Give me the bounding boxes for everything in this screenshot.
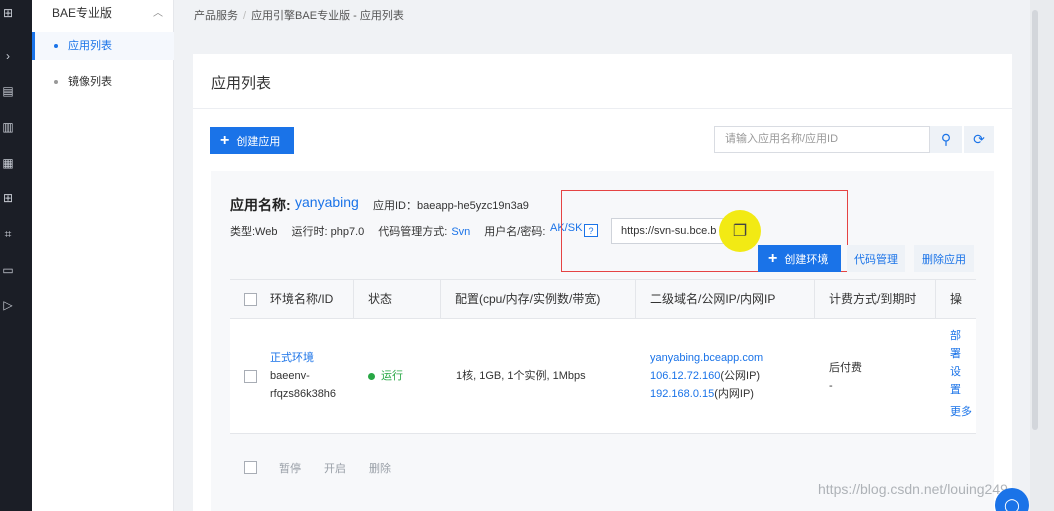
bullet-icon bbox=[54, 80, 58, 85]
server-icon[interactable]: ▦ bbox=[0, 155, 16, 171]
private-ip-suffix: (内网IP) bbox=[714, 388, 754, 400]
op-more[interactable]: 更多 bbox=[950, 403, 972, 419]
code-manage-button[interactable]: 代码管理 bbox=[847, 245, 905, 272]
app-panel: 应用名称: yanyabing 应用ID：baeapp-he5yzc19n3a9… bbox=[211, 171, 994, 511]
credentials-label: 用户名/密码: bbox=[484, 226, 546, 238]
op-settings-1[interactable]: 设 bbox=[950, 363, 961, 379]
create-app-button[interactable]: + 创建应用 bbox=[210, 127, 294, 154]
status-dot-icon bbox=[368, 372, 375, 380]
bullet-icon bbox=[54, 44, 58, 49]
support-icon[interactable]: ◯ bbox=[995, 488, 1029, 511]
env-name-cell: 正式环境 baeenv- rfqzs86k38h6 bbox=[270, 349, 336, 403]
th-env-name: 环境名称/ID bbox=[256, 280, 354, 318]
network-icon[interactable]: ⌗ bbox=[0, 226, 16, 242]
public-ip-suffix: (公网IP) bbox=[720, 370, 761, 382]
building-icon[interactable]: ▥ bbox=[0, 119, 16, 135]
op-deploy-1[interactable]: 部 bbox=[950, 327, 961, 343]
op-settings-2[interactable]: 置 bbox=[950, 381, 961, 397]
document-icon[interactable]: ▤ bbox=[0, 83, 16, 99]
search-input[interactable]: 请输入应用名称/应用ID bbox=[714, 126, 930, 153]
domain-cell: yanyabing.bceapp.com 106.12.72.160(公网IP)… bbox=[650, 349, 763, 403]
divider bbox=[193, 108, 1012, 109]
play-icon[interactable]: ▷ bbox=[0, 297, 16, 313]
sidebar-group-label: BAE专业版 bbox=[52, 6, 113, 20]
left-icon-rail: ⊞ › ▤ ▥ ▦ ⊞ ⌗ ▭ ▷ bbox=[0, 0, 32, 511]
config-cell: 1核, 1GB, 1个实例, 1Mbps bbox=[456, 370, 586, 382]
env-name-link[interactable]: 正式环境 bbox=[270, 349, 336, 367]
sidebar-item-label: 应用列表 bbox=[68, 40, 112, 52]
start-button[interactable]: 开启 bbox=[324, 460, 346, 476]
th-config: 配置(cpu/内存/实例数/带宽) bbox=[441, 280, 636, 318]
create-env-label: 创建环境 bbox=[784, 253, 829, 266]
billing-type: 后付费 bbox=[829, 362, 862, 374]
app-id: 应用ID：baeapp-he5yzc19n3a9 bbox=[373, 200, 529, 212]
plus-icon: + bbox=[768, 249, 778, 267]
billing-cell: 后付费 - bbox=[829, 359, 862, 395]
breadcrumb-separator: / bbox=[243, 10, 247, 22]
delete-app-button[interactable]: 删除应用 bbox=[914, 245, 974, 272]
plus-icon: + bbox=[220, 131, 230, 149]
th-domain: 二级域名/公网IP/内网IP bbox=[636, 280, 815, 318]
copy-icon[interactable]: ❐ bbox=[719, 210, 761, 252]
grid-icon[interactable]: ⊞ bbox=[0, 5, 16, 21]
env-id-line2: rfqzs86k38h6 bbox=[270, 388, 337, 400]
app-type: 类型:Web bbox=[230, 226, 278, 238]
batch-select-checkbox[interactable] bbox=[244, 461, 257, 474]
code-mgmt-label: 代码管理方式: bbox=[378, 226, 448, 238]
apps-icon[interactable]: ⊞ bbox=[0, 190, 16, 206]
table-row: 正式环境 baeenv- rfqzs86k38h6 运行 1核, 1GB, 1个… bbox=[230, 319, 976, 434]
refresh-icon[interactable]: ⟳ bbox=[964, 126, 994, 153]
expiry: - bbox=[829, 380, 833, 392]
chevron-up-icon[interactable]: ︿ bbox=[153, 4, 163, 19]
video-icon[interactable]: ▭ bbox=[0, 262, 16, 278]
batch-actions: 暂停 开启 删除 bbox=[230, 452, 976, 482]
op-deploy-2[interactable]: 署 bbox=[950, 345, 961, 361]
app-runtime: 运行时: php7.0 bbox=[291, 226, 365, 238]
app-meta-row: 类型:Web 运行时: php7.0 代码管理方式: Svn 用户名/密码: bbox=[230, 223, 559, 239]
scrollbar-thumb[interactable] bbox=[1032, 10, 1038, 430]
app-name-label: 应用名称: bbox=[230, 197, 291, 213]
public-ip-link[interactable]: 106.12.72.160 bbox=[650, 370, 720, 382]
create-app-label: 创建应用 bbox=[236, 135, 281, 148]
page-title: 应用列表 bbox=[211, 75, 272, 92]
status-cell: 运行 bbox=[368, 367, 403, 385]
app-list-card: 应用列表 + 创建应用 请输入应用名称/应用ID ⚲ ⟳ 应用名称: yanyab… bbox=[193, 54, 1012, 511]
watermark: https://blog.csdn.net/louing249 bbox=[818, 481, 1008, 497]
search-icon[interactable]: ⚲ bbox=[930, 126, 962, 153]
domain-link[interactable]: yanyabing.bceapp.com bbox=[650, 349, 763, 367]
sidebar-item-label: 镜像列表 bbox=[68, 76, 112, 88]
status-badge: 运行 bbox=[381, 370, 403, 382]
breadcrumb-level2: 应用引擎BAE专业版 - 应用列表 bbox=[251, 10, 404, 22]
env-table-header: 环境名称/ID 状态 配置(cpu/内存/实例数/带宽) 二级域名/公网IP/内… bbox=[230, 279, 976, 319]
sidebar-item-app-list[interactable]: 应用列表 bbox=[32, 32, 174, 60]
breadcrumb: 产品服务 / 应用引擎BAE专业版 - 应用列表 bbox=[194, 7, 404, 23]
delete-button[interactable]: 删除 bbox=[369, 460, 391, 476]
pointer-cursor-icon: ❐ bbox=[732, 223, 748, 240]
code-mgmt-value[interactable]: Svn bbox=[451, 226, 470, 238]
th-billing: 计费方式/到期时 bbox=[815, 280, 936, 318]
env-id-line1: baeenv- bbox=[270, 370, 310, 382]
th-status: 状态 bbox=[354, 280, 441, 318]
breadcrumb-level1[interactable]: 产品服务 bbox=[194, 10, 238, 22]
sidebar: BAE专业版 ︿ 应用列表 镜像列表 bbox=[32, 0, 174, 511]
app-name-link[interactable]: yanyabing bbox=[295, 194, 359, 210]
sidebar-item-image-list[interactable]: 镜像列表 bbox=[32, 68, 174, 96]
row-checkbox[interactable] bbox=[244, 370, 257, 383]
chevron-right-icon[interactable]: › bbox=[0, 48, 16, 64]
create-env-button[interactable]: + 创建环境 bbox=[758, 245, 841, 272]
pause-button[interactable]: 暂停 bbox=[279, 460, 301, 476]
private-ip-link[interactable]: 192.168.0.15 bbox=[650, 388, 714, 400]
th-ops: 操 bbox=[950, 292, 963, 306]
